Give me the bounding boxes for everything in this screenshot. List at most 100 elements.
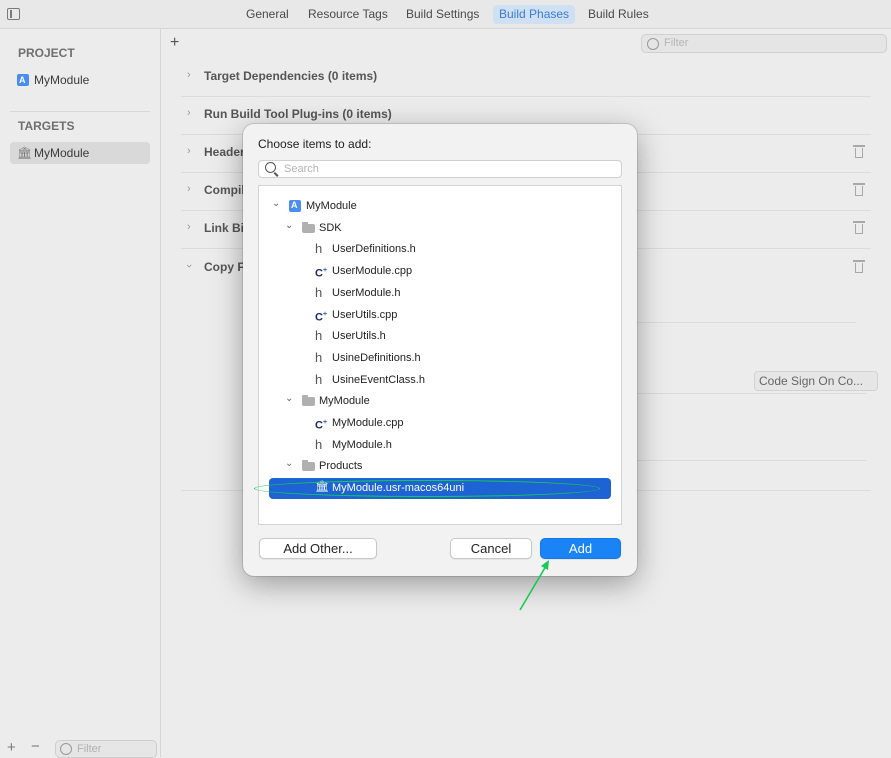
tree-row[interactable]: ⌄ MyModule (259, 391, 621, 412)
tree-row[interactable]: h UserDefinitions.h (259, 239, 621, 260)
tab-general[interactable]: General (240, 5, 295, 24)
trash-icon[interactable] (853, 145, 865, 158)
chevron-down-icon: › (182, 264, 195, 268)
divider (10, 111, 150, 112)
search-input[interactable] (284, 161, 614, 177)
choose-items-dialog: Choose items to add: ⌄ MyModule ⌄ SDK h UserD… (243, 124, 637, 576)
sidebar-item-label: MyModule (34, 146, 90, 160)
remove-target-button[interactable]: − (31, 738, 40, 755)
filter-placeholder: Filter (664, 37, 689, 49)
tree-row-label: UserUtils.cpp (332, 308, 398, 321)
tree-row[interactable]: h UsineDefinitions.h (259, 348, 621, 369)
add-other-button[interactable]: Add Other... (259, 538, 377, 559)
header-file-icon: h (315, 284, 323, 300)
tree-row-label: MyModule (319, 395, 370, 408)
bundle-icon: 🏛 (17, 146, 33, 160)
tree-row-label: UserModule.cpp (332, 265, 413, 278)
sidebar-item-label: MyModule (34, 73, 90, 87)
cpp-file-icon: C+ (315, 310, 328, 324)
header-file-icon: h (315, 241, 323, 257)
tree-row-label: MyModule (306, 200, 357, 212)
header-file-icon: h (315, 349, 323, 365)
chevron-right-icon: › (187, 145, 191, 157)
targets-section-label: TARGETS (18, 119, 75, 133)
tree-row[interactable]: C+ UserUtils.cpp (259, 305, 621, 326)
tree-row[interactable]: ⌄ Products (259, 456, 621, 477)
sidebar-item-project[interactable]: MyModule (10, 69, 150, 91)
header-file-icon: h (315, 371, 323, 387)
cpp-file-icon: C+ (315, 419, 328, 432)
add-target-button[interactable]: + (7, 739, 16, 756)
bundle-icon: 🏛 (315, 481, 329, 494)
filter-icon (647, 38, 659, 50)
phase-title: Link Bi (204, 221, 245, 235)
editor-tab-bar: General Resource Tags Build Settings Bui… (0, 0, 891, 29)
divider (636, 322, 856, 323)
trash-icon[interactable] (853, 221, 865, 234)
filter-icon (60, 743, 72, 755)
header-file-icon: h (315, 328, 323, 344)
add-build-phase-button[interactable]: + (170, 34, 179, 52)
tree-row-label: MyModule.usr-macos64uni (332, 482, 465, 495)
tree-row[interactable]: ⌄ MyModule (259, 193, 621, 217)
search-icon (265, 162, 276, 173)
phase-title: Run Build Tool Plug-ins (0 items) (204, 107, 392, 121)
chevron-right-icon: › (187, 221, 191, 233)
phase-title: Compil (204, 183, 245, 197)
phase-title: Target Dependencies (0 items) (204, 69, 378, 83)
tree-row-label: UsineEventClass.h (332, 373, 425, 386)
folder-icon (302, 221, 315, 233)
phase-title: Header (204, 145, 245, 159)
app-icon (17, 69, 29, 91)
disclosure-chevron-icon[interactable]: ⌄ (285, 215, 293, 236)
sidebar-toggle-icon[interactable] (7, 8, 20, 20)
tree-row-label: Products (319, 460, 363, 473)
sidebar-item-target[interactable]: 🏛 MyModule (10, 142, 150, 164)
tree-row[interactable]: ⌄ SDK (259, 218, 621, 239)
disclosure-chevron-icon[interactable]: ⌄ (285, 388, 293, 409)
tab-build-phases[interactable]: Build Phases (493, 5, 576, 24)
tab-build-rules[interactable]: Build Rules (582, 5, 655, 24)
dialog-search-field[interactable] (258, 160, 622, 178)
tree-row[interactable]: h UserUtils.h (259, 326, 621, 347)
tree-row-selected[interactable]: 🏛 MyModule.usr-macos64uni (269, 478, 611, 500)
sidebar-footer: + − Filter (0, 737, 160, 758)
tree-row[interactable]: h UserModule.h (259, 283, 621, 304)
tree-row-label: MyModule.h (332, 438, 392, 451)
chevron-right-icon: › (187, 183, 191, 195)
project-navigator-sidebar: PROJECT MyModule TARGETS 🏛 MyModule + − … (0, 29, 161, 758)
tree-row-label: MyModule.cpp (332, 417, 404, 429)
trash-icon[interactable] (853, 260, 865, 273)
file-tree[interactable]: ⌄ MyModule ⌄ SDK h UserDefinitions.h C+ UserMod… (258, 185, 622, 525)
disclosure-chevron-icon[interactable]: ⌄ (285, 453, 293, 474)
phase-title: Copy Fi (204, 260, 248, 274)
tree-row[interactable]: h UsineEventClass.h (259, 370, 621, 391)
tree-row-label: UsineDefinitions.h (332, 351, 421, 364)
disclosure-chevron-icon[interactable]: ⌄ (272, 193, 280, 214)
tree-row-label: UserModule.h (332, 286, 401, 299)
chevron-right-icon: › (187, 107, 191, 119)
divider (636, 460, 866, 461)
folder-icon (302, 395, 315, 407)
filter-placeholder: Filter (77, 743, 102, 755)
app-icon (289, 195, 301, 216)
tab-resource-tags[interactable]: Resource Tags (302, 5, 394, 24)
tree-row[interactable]: h MyModule.h (259, 435, 621, 456)
build-phases-filter-field[interactable]: Filter (641, 34, 887, 53)
add-button[interactable]: Add (540, 538, 621, 559)
chevron-right-icon: › (187, 69, 191, 81)
tree-row-label: SDK (319, 221, 342, 234)
tree-row[interactable]: C+ UserModule.cpp (259, 261, 621, 282)
trash-icon[interactable] (853, 183, 865, 196)
dialog-title: Choose items to add: (258, 137, 372, 151)
code-sign-on-copy-column[interactable]: Code Sign On Co... (754, 371, 878, 391)
phase-target-dependencies[interactable]: › Target Dependencies (0 items) (181, 58, 871, 97)
tab-build-settings[interactable]: Build Settings (400, 5, 485, 24)
cancel-button[interactable]: Cancel (450, 538, 532, 559)
tree-row-label: UserUtils.h (332, 330, 386, 343)
tree-row-label: UserDefinitions.h (332, 243, 416, 256)
project-section-label: PROJECT (18, 46, 75, 60)
cpp-file-icon: C+ (315, 267, 328, 280)
tree-row[interactable]: C+ MyModule.cpp (259, 413, 621, 434)
sidebar-filter-field[interactable]: Filter (55, 740, 157, 758)
